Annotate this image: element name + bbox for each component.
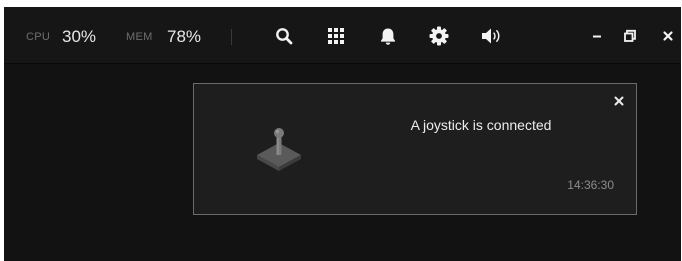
mem-value: 78% bbox=[167, 27, 202, 46]
close-icon[interactable] bbox=[655, 23, 681, 49]
topbar-divider bbox=[231, 29, 232, 45]
mem-label: MEM bbox=[126, 31, 153, 43]
bell-icon[interactable] bbox=[375, 23, 401, 49]
notification-message: A joystick is connected bbox=[410, 117, 552, 133]
gear-icon[interactable] bbox=[426, 23, 452, 49]
search-icon[interactable] bbox=[271, 23, 297, 49]
notification-toast: A joystick is connected 14:36:30 bbox=[193, 83, 637, 215]
cpu-label: CPU bbox=[26, 31, 51, 43]
volume-icon[interactable] bbox=[479, 23, 505, 49]
cpu-value: 30% bbox=[62, 27, 97, 46]
notification-close-icon[interactable] bbox=[612, 94, 626, 108]
joystick-icon bbox=[254, 126, 304, 174]
minimize-icon[interactable] bbox=[584, 23, 610, 49]
top-bar: CPU 30% MEM 78% bbox=[4, 7, 681, 64]
app-window: CPU 30% MEM 78% A joystick is connected … bbox=[4, 7, 681, 261]
apps-grid-icon[interactable] bbox=[323, 23, 349, 49]
restore-icon[interactable] bbox=[617, 23, 643, 49]
notification-time: 14:36:30 bbox=[567, 178, 614, 192]
